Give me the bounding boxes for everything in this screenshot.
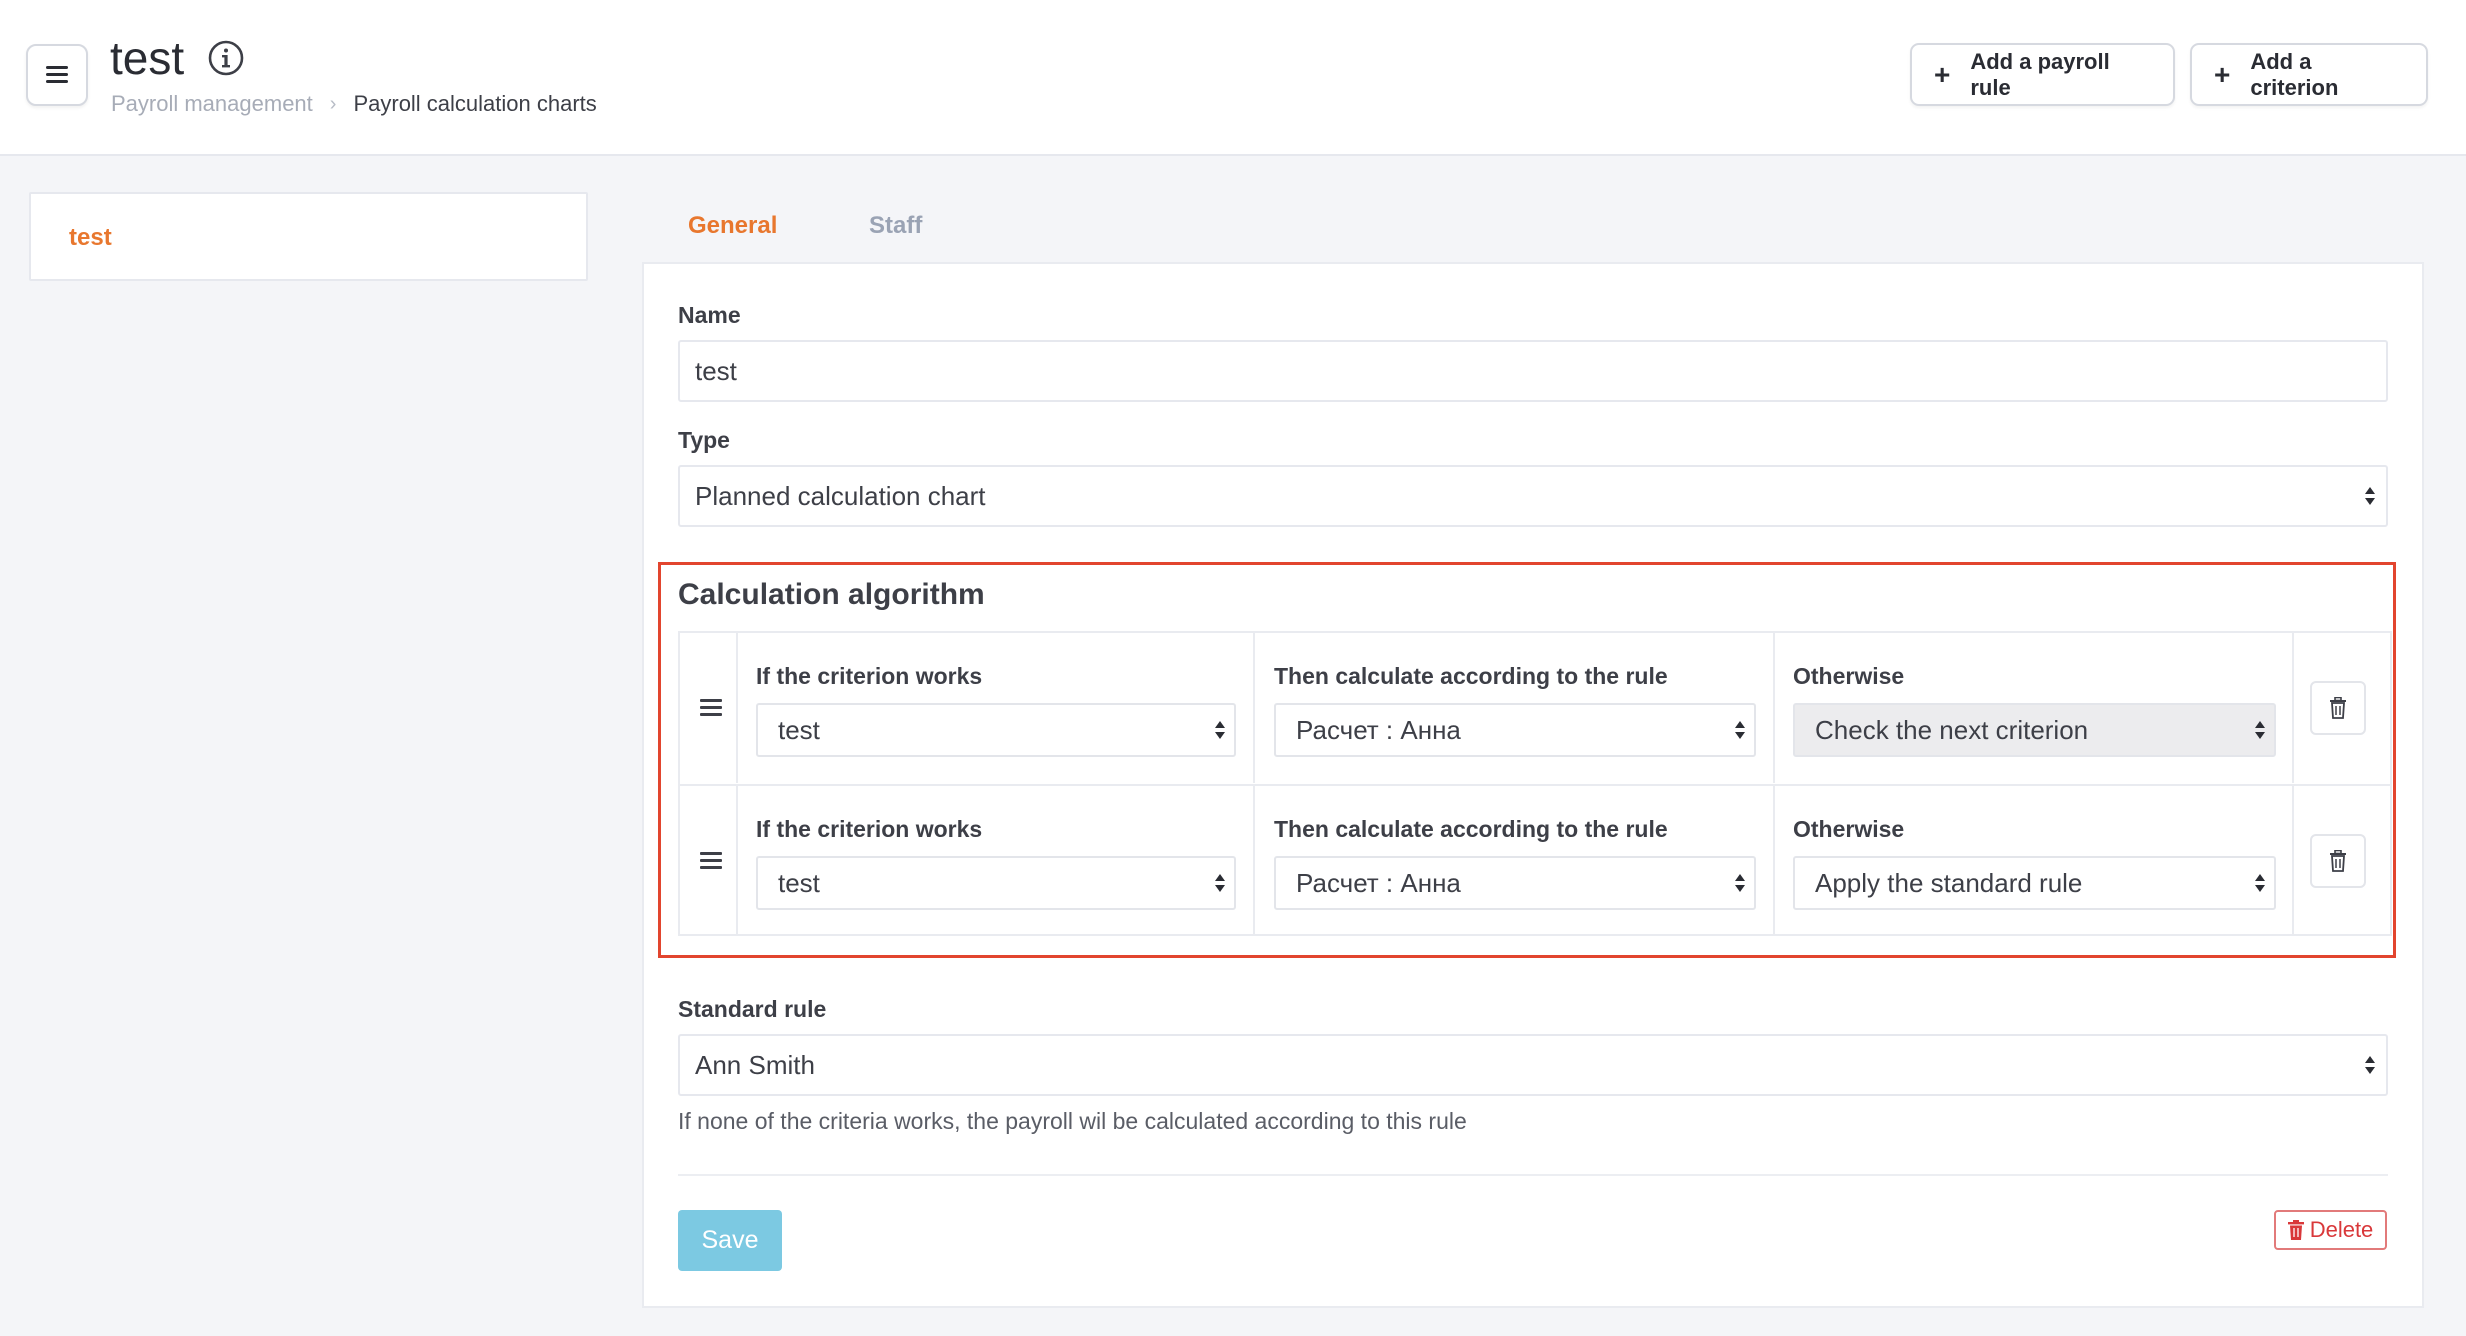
select-arrows-icon <box>2255 721 2265 739</box>
rule-select[interactable]: Расчет : Анна <box>1274 703 1756 757</box>
add-payroll-rule-label: Add a payroll rule <box>1970 48 2110 100</box>
algorithm-row: If the criterion works test Then calcula… <box>680 784 2390 934</box>
breadcrumb: Payroll management › Payroll calculation… <box>111 91 597 117</box>
chart-list-item[interactable]: test <box>69 224 112 252</box>
rule-select-value: Расчет : Анна <box>1296 714 1461 745</box>
otherwise-select-value: Apply the standard rule <box>1815 867 2083 898</box>
plus-icon: + <box>2214 58 2231 90</box>
name-input[interactable]: test <box>678 340 2388 402</box>
type-select-value: Planned calculation chart <box>695 480 986 511</box>
otherwise-label: Otherwise <box>1793 663 1905 689</box>
save-button[interactable]: Save <box>678 1210 782 1271</box>
standard-rule-select[interactable]: Ann Smith <box>678 1034 2388 1096</box>
type-label: Type <box>678 427 730 453</box>
breadcrumb-current: Payroll calculation charts <box>353 91 597 116</box>
page-title: test <box>110 32 185 84</box>
algorithm-table: If the criterion works test Then calcula… <box>678 631 2392 936</box>
delete-button[interactable]: Delete <box>2274 1210 2387 1250</box>
tab-staff[interactable]: Staff <box>869 212 922 240</box>
select-arrows-icon <box>2255 874 2265 892</box>
otherwise-label: Otherwise <box>1793 816 1905 842</box>
drag-handle-icon[interactable] <box>700 699 722 717</box>
algorithm-row: If the criterion works test Then calcula… <box>680 633 2390 783</box>
criterion-select-value: test <box>778 714 820 745</box>
rule-select[interactable]: Расчет : Анна <box>1274 856 1756 910</box>
trash-icon <box>2287 1220 2304 1240</box>
select-arrows-icon <box>1215 874 1225 892</box>
delete-row-button[interactable] <box>2310 834 2366 888</box>
chevron-right-icon: › <box>329 92 337 115</box>
add-payroll-rule-button[interactable]: + Add a payroll rule <box>1910 43 2175 106</box>
name-input-value: test <box>695 355 737 386</box>
criterion-label: If the criterion works <box>756 663 983 689</box>
info-icon[interactable] <box>207 39 245 77</box>
type-select[interactable]: Planned calculation chart <box>678 465 2388 527</box>
criterion-select[interactable]: test <box>756 856 1236 910</box>
trash-icon <box>2330 850 2346 872</box>
otherwise-select-value: Check the next criterion <box>1815 714 2089 745</box>
drag-handle-icon[interactable] <box>700 852 722 870</box>
divider <box>678 1174 2388 1176</box>
plus-icon: + <box>1934 58 1951 90</box>
standard-rule-hint: If none of the criteria works, the payro… <box>678 1108 1467 1134</box>
select-arrows-icon <box>1735 721 1745 739</box>
select-arrows-icon <box>1735 874 1745 892</box>
rule-select-value: Расчет : Анна <box>1296 867 1461 898</box>
criterion-select-value: test <box>778 867 820 898</box>
calculation-algorithm-title: Calculation algorithm <box>678 578 985 611</box>
top-header: test Payroll management › Payroll calcul… <box>0 0 2466 156</box>
standard-rule-label: Standard rule <box>678 996 827 1022</box>
hamburger-icon <box>46 66 68 84</box>
otherwise-select[interactable]: Apply the standard rule <box>1793 856 2276 910</box>
delete-row-button[interactable] <box>2310 681 2366 735</box>
select-arrows-icon <box>2365 487 2375 505</box>
criterion-label: If the criterion works <box>756 816 983 842</box>
trash-icon <box>2330 697 2346 719</box>
name-label: Name <box>678 302 741 328</box>
breadcrumb-link-payroll-management[interactable]: Payroll management <box>111 91 313 117</box>
otherwise-select[interactable]: Check the next criterion <box>1793 703 2276 757</box>
standard-rule-value: Ann Smith <box>695 1049 815 1080</box>
add-criterion-label: Add a criterion <box>2250 48 2339 100</box>
chart-list: test <box>29 192 588 281</box>
select-arrows-icon <box>2365 1056 2375 1074</box>
rule-label: Then calculate according to the rule <box>1274 816 1668 842</box>
tab-general[interactable]: General <box>688 212 777 240</box>
rule-label: Then calculate according to the rule <box>1274 663 1668 689</box>
delete-button-label: Delete <box>2309 1217 2374 1242</box>
add-criterion-button[interactable]: + Add a criterion <box>2190 43 2428 106</box>
select-arrows-icon <box>1215 721 1225 739</box>
criterion-select[interactable]: test <box>756 703 1236 757</box>
menu-toggle-button[interactable] <box>26 44 88 106</box>
